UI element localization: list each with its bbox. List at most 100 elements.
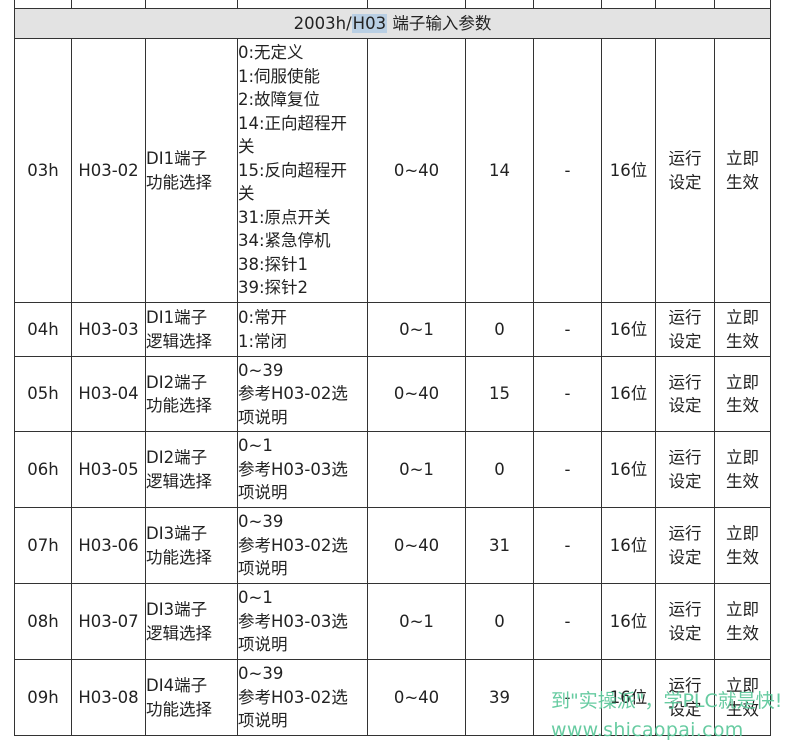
watermark-slogan: 到"实操派"，学PLC就是快!: [551, 690, 783, 712]
cell-effect-line: 立即: [726, 372, 759, 392]
cell-description-line: 项说明: [238, 483, 288, 503]
cell-range: 0~40: [367, 507, 466, 584]
cell-description-line: 0~1: [238, 436, 273, 456]
cell-description-line: 关: [238, 137, 255, 157]
cell-description-line: 2:故障复位: [238, 90, 321, 110]
cell-description-line: 参考H03-02选: [238, 687, 348, 707]
cell-description-line: 参考H03-03选: [238, 459, 348, 479]
cell-default: 0: [465, 302, 534, 357]
cell-effect-line: 生效: [726, 623, 759, 643]
parameter-table: 2003h/H03 端子输入参数 03h H03-02 DI1端子 功能选择 0:无定义…: [14, 0, 771, 736]
cell-description-line: 项说明: [238, 559, 288, 579]
cell-description-line: 项说明: [238, 711, 288, 731]
cell-effect-line: 生效: [726, 547, 759, 567]
cell-default: 0: [465, 583, 534, 660]
cell-description-line: 1:常闭: [238, 331, 288, 351]
cell-name-line: DI4端子: [146, 676, 208, 695]
cell-description-line: 0:常开: [238, 308, 288, 327]
cell-description-line: 0:无定义: [238, 43, 304, 63]
cell-index: 09h: [14, 659, 72, 736]
cell-range: 0~1: [367, 583, 466, 660]
cell-unit: 16位: [601, 38, 656, 303]
cell-description-line: 0~1: [238, 588, 273, 608]
cell-mode: 运行 设定: [655, 431, 715, 508]
cell-description-line: 参考H03-03选: [238, 611, 348, 631]
cell-mode: 运行 设定: [655, 38, 715, 303]
cell-code: H03-05: [71, 431, 146, 508]
cell-mode-line: 运行: [668, 524, 702, 543]
cell-description-line: 0~39: [238, 360, 284, 380]
table-title: 2003h/H03 端子输入参数: [14, 8, 771, 39]
cell-name-line: DI3端子: [146, 600, 208, 619]
cell-effect-line: 立即: [726, 600, 759, 619]
cell-mode: 运行 设定: [655, 583, 715, 660]
cell-effect: 立即 生效: [714, 356, 771, 432]
cell-unit: 16位: [601, 583, 656, 660]
watermark-url: www.shicaopai.com: [551, 719, 744, 741]
cell-mode-line: 运行: [668, 448, 702, 467]
cell-name-line: 逻辑选择: [146, 331, 212, 351]
cell-name: DI3端子 功能选择: [145, 507, 238, 584]
cell-name-line: 逻辑选择: [146, 623, 212, 643]
cell-effect-line: 立即: [726, 448, 759, 467]
cell-name-line: DI1端子: [146, 308, 208, 327]
cell-description-line: 参考H03-02选: [238, 384, 348, 404]
cell-dash: -: [533, 38, 602, 303]
cell-effect: 立即 生效: [714, 38, 771, 303]
title-prefix: 2003h/: [293, 13, 352, 33]
cell-description-line: 0~39: [238, 512, 284, 532]
cell-range: 0~40: [367, 356, 466, 432]
cell-name-line: DI2端子: [146, 372, 208, 392]
table-title-row: 2003h/H03 端子输入参数: [14, 8, 771, 39]
cell-code: H03-03: [71, 302, 146, 357]
cell-description-line: 参考H03-02选: [238, 535, 348, 555]
cell-effect-line: 立即: [726, 524, 759, 543]
cell-name: DI2端子 逻辑选择: [145, 431, 238, 508]
cell-name-line: DI1端子: [146, 149, 208, 168]
cell-description: 0:无定义 1:伺服使能 2:故障复位 14:正向超程开关 15:反向超程开关 31:原点…: [237, 38, 368, 303]
cell-range: 0~1: [367, 431, 466, 508]
cell-description-line: 34:紧急停机: [238, 231, 331, 251]
cell-dash: -: [533, 356, 602, 432]
cell-description-line: 14:正向超程开: [238, 113, 348, 133]
cell-description: 0~39 参考H03-02选 项说明: [237, 356, 368, 432]
cell-unit: 16位: [601, 302, 656, 357]
cell-description-line: 0~39: [238, 664, 284, 684]
cell-range: 0~40: [367, 659, 466, 736]
cell-range: 0~40: [367, 38, 466, 303]
cell-mode-line: 运行: [668, 600, 702, 619]
cell-name: DI1端子功能选择: [145, 38, 238, 303]
table-row: 06h H03-05 DI2端子 逻辑选择 0~1 参考H03-03选 项说明 0~1 0-16…: [14, 431, 771, 508]
table-row: 08h H03-07 DI3端子 逻辑选择 0~1 参考H03-03选 项说明 0~1 0-16…: [14, 583, 771, 660]
cell-description-line: 关: [238, 184, 255, 204]
cell-mode-line: 设定: [668, 547, 702, 567]
cell-dash: -: [533, 431, 602, 508]
cell-mode-line: 设定: [668, 623, 702, 643]
cell-index: 06h: [14, 431, 72, 508]
cell-name-line: 功能选择: [146, 547, 212, 567]
cell-mode-line: 设定: [668, 172, 702, 192]
cell-effect-line: 生效: [726, 172, 759, 192]
table-top-border-row: [14, 0, 771, 9]
cell-mode-line: 运行: [668, 149, 702, 168]
cell-default: 15: [465, 356, 534, 432]
cell-index: 07h: [14, 507, 72, 584]
table-row: 07h H03-06 DI3端子 功能选择 0~39 参考H03-02选 项说明 0~40 31…: [14, 507, 771, 584]
cell-effect-line: 生效: [726, 331, 759, 351]
cell-description-line: 15:反向超程开: [238, 160, 348, 180]
cell-code: H03-06: [71, 507, 146, 584]
cell-code: H03-07: [71, 583, 146, 660]
cell-description-line: 31:原点开关: [238, 207, 331, 227]
cell-name: DI4端子 功能选择: [145, 659, 238, 736]
cell-name-line: 功能选择: [146, 172, 212, 192]
cell-default: 0: [465, 431, 534, 508]
table-row: 03h H03-02 DI1端子 功能选择 0:无定义 1:伺服使能 2:故障复位 14:正向…: [14, 38, 771, 303]
cell-dash: -: [533, 507, 602, 584]
cell-description-line: 项说明: [238, 635, 288, 655]
cell-effect-line: 立即: [726, 149, 759, 168]
cell-mode: 运行 设定: [655, 356, 715, 432]
cell-effect: 立即 生效: [714, 507, 771, 584]
cell-index: 05h: [14, 356, 72, 432]
cell-default: 39: [465, 659, 534, 736]
cell-code: H03-04: [71, 356, 146, 432]
